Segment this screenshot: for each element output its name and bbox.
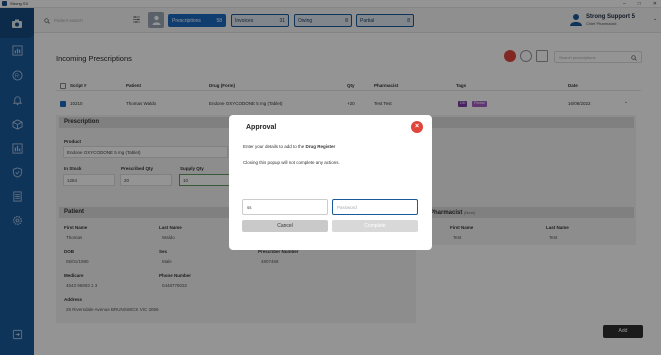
cancel-button[interactable]: Cancel (242, 220, 328, 232)
dialog-instructions-bold: Drug Register (305, 144, 336, 149)
dialog-instructions-text: Enter your details to add to the (243, 144, 306, 149)
dialog-instructions: Enter your details to add to the Drug Re… (243, 144, 335, 149)
dialog-title: Approval (246, 124, 277, 131)
dialog-warning: Closing this popup will not complete any… (243, 160, 340, 165)
username-input[interactable]: ss (242, 199, 328, 215)
password-input[interactable]: Password (332, 199, 418, 215)
approval-dialog: Approval × Enter your details to add to … (229, 115, 432, 250)
complete-button[interactable]: Complete (332, 220, 418, 232)
close-icon[interactable]: × (411, 121, 423, 133)
